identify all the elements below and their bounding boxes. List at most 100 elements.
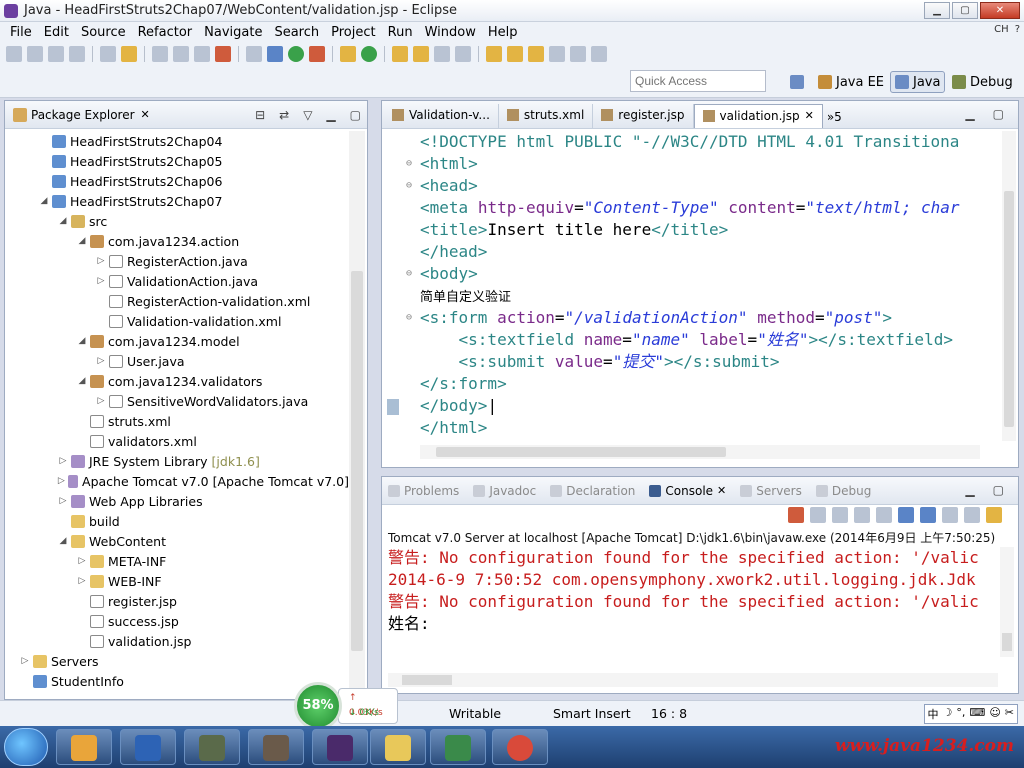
tree-item[interactable]: ▷ Servers	[5, 651, 349, 671]
tab-declaration[interactable]: Declaration	[550, 484, 635, 498]
more-tabs-button[interactable]: »5	[827, 110, 842, 128]
expand-arrow-icon[interactable]: ▷	[95, 256, 107, 266]
expand-arrow-icon[interactable]: ▷	[76, 556, 88, 566]
close-tab-icon[interactable]: ✕	[805, 109, 814, 128]
tree-item[interactable]: ▷ SensitiveWordValidators.java	[5, 391, 349, 411]
code-line[interactable]: <!DOCTYPE html PUBLIC "-//W3C//DTD HTML …	[382, 131, 982, 153]
pin-console-icon[interactable]	[942, 507, 958, 523]
scroll-lock-icon[interactable]	[876, 507, 892, 523]
code-line[interactable]: ⊖ <body>	[382, 263, 982, 285]
expand-arrow-icon[interactable]: ▷	[95, 276, 107, 286]
code-line[interactable]: <title>Insert title here</title>	[382, 219, 982, 241]
maximize-view-icon[interactable]: ▢	[350, 108, 361, 122]
pin-editor-icon[interactable]	[591, 46, 607, 62]
tree-item[interactable]: validation.jsp	[5, 631, 349, 651]
code-line[interactable]: </html>	[382, 417, 982, 439]
console-vertical-scrollbar[interactable]	[1000, 547, 1014, 657]
run-icon[interactable]	[288, 46, 304, 62]
open-type-icon[interactable]	[392, 46, 408, 62]
expand-arrow-icon[interactable]: ▷	[57, 476, 66, 486]
remove-all-icon[interactable]	[832, 507, 848, 523]
tab-javadoc[interactable]: Javadoc	[473, 484, 536, 498]
scrollbar-thumb[interactable]	[402, 675, 452, 685]
tree-item[interactable]: build	[5, 511, 349, 531]
tree-item[interactable]: ◢ src	[5, 211, 349, 231]
tree-item[interactable]: HeadFirstStruts2Chap04	[5, 131, 349, 151]
minimize-view-icon[interactable]: ▁	[326, 108, 335, 122]
external-tools-icon[interactable]	[309, 46, 325, 62]
code-line[interactable]: </body>|	[382, 395, 982, 417]
clear-console-icon[interactable]	[854, 507, 870, 523]
code-line[interactable]: <s:submit value="提交"></s:submit>	[382, 351, 982, 373]
server-icon[interactable]	[100, 46, 116, 62]
ime-button[interactable]: ⌨	[969, 706, 985, 722]
ime-button[interactable]: 中	[928, 706, 939, 722]
collapse-all-icon[interactable]: ⊟	[255, 108, 265, 122]
pause-icon[interactable]	[194, 46, 210, 62]
editor-tab[interactable]: validation.jsp ✕	[693, 104, 823, 128]
code-line[interactable]: 简单自定义验证	[382, 285, 982, 307]
ime-language[interactable]: CH	[994, 24, 1009, 35]
code-line[interactable]: </s:form>	[382, 373, 982, 395]
expand-arrow-icon[interactable]: ▷	[57, 456, 69, 466]
expand-arrow-icon[interactable]: ▷	[57, 496, 69, 506]
taskbar-app-7[interactable]	[430, 729, 486, 765]
quick-access-input[interactable]	[630, 70, 766, 92]
tree-item[interactable]: ▷ Apache Tomcat v7.0 [Apache Tomcat v7.0]	[5, 471, 349, 491]
package-explorer-scrollbar[interactable]	[349, 131, 365, 697]
close-tab-icon[interactable]: ✕	[717, 484, 726, 497]
minimize-button[interactable]: ▁	[924, 2, 950, 19]
suspend-icon[interactable]	[173, 46, 189, 62]
tree-item[interactable]: struts.xml	[5, 411, 349, 431]
scrollbar-thumb[interactable]	[351, 271, 363, 651]
scrollbar-thumb[interactable]	[1004, 191, 1014, 427]
perspective-debug[interactable]: Debug	[948, 71, 1017, 93]
fold-toggle-icon[interactable]: ⊖	[406, 307, 412, 329]
editor-tab[interactable]: register.jsp	[593, 104, 694, 128]
tab-problems[interactable]: Problems	[388, 484, 459, 498]
maximize-editor-icon[interactable]: ▢	[993, 107, 1004, 121]
tree-item[interactable]: ◢ com.java1234.validators	[5, 371, 349, 391]
editor-tab[interactable]: struts.xml	[499, 104, 594, 128]
terminate-icon[interactable]	[215, 46, 231, 62]
tree-item[interactable]: success.jsp	[5, 611, 349, 631]
scrollbar-thumb[interactable]	[1002, 633, 1012, 651]
tools-icon[interactable]	[121, 46, 137, 62]
menu-source[interactable]: Source	[75, 25, 132, 40]
show-on-error-icon[interactable]	[920, 507, 936, 523]
package-explorer-tab[interactable]: Package Explorer ✕ ⊟ ⇄ ▽ ▁ ▢	[5, 101, 367, 129]
mark-occurrences-icon[interactable]	[455, 46, 471, 62]
ime-button[interactable]: ☺	[989, 706, 1000, 722]
expand-arrow-icon[interactable]: ▷	[95, 356, 107, 366]
close-button[interactable]: ✕	[980, 2, 1020, 19]
expand-arrow-icon[interactable]: ◢	[57, 536, 69, 546]
console-output[interactable]: 警告: No configuration found for the speci…	[388, 547, 998, 635]
expand-arrow-icon[interactable]: ▷	[76, 576, 88, 586]
start-button[interactable]	[4, 728, 48, 766]
expand-arrow-icon[interactable]: ◢	[38, 196, 50, 206]
tree-item[interactable]: ◢ WebContent	[5, 531, 349, 551]
tree-item[interactable]: ◢ com.java1234.model	[5, 331, 349, 351]
code-line[interactable]: ⊖ <html>	[382, 153, 982, 175]
editor-vertical-scrollbar[interactable]	[1002, 131, 1016, 441]
taskbar-app-4[interactable]	[248, 729, 304, 765]
debug-run-icon[interactable]	[267, 46, 283, 62]
open-perspective-button[interactable]	[786, 71, 808, 93]
tree-item[interactable]: HeadFirstStruts2Chap05	[5, 151, 349, 171]
close-tab-icon[interactable]: ✕	[141, 108, 150, 121]
terminate-icon[interactable]	[788, 507, 804, 523]
new-java-project-icon[interactable]	[340, 46, 356, 62]
menu-search[interactable]: Search	[268, 25, 325, 40]
skip-breakpoints-icon[interactable]	[246, 46, 262, 62]
tree-item[interactable]: Validation-validation.xml	[5, 311, 349, 331]
taskbar-app-3[interactable]	[184, 729, 240, 765]
search-icon[interactable]	[434, 46, 450, 62]
scrollbar-thumb[interactable]	[436, 447, 726, 457]
taskbar-explorer[interactable]	[370, 729, 426, 765]
save-all-icon[interactable]	[48, 46, 64, 62]
code-line[interactable]: ⊖ <head>	[382, 175, 982, 197]
show-on-output-icon[interactable]	[898, 507, 914, 523]
menu-edit[interactable]: Edit	[38, 25, 75, 40]
fold-toggle-icon[interactable]: ⊖	[406, 153, 412, 175]
taskbar-wps[interactable]	[120, 729, 176, 765]
